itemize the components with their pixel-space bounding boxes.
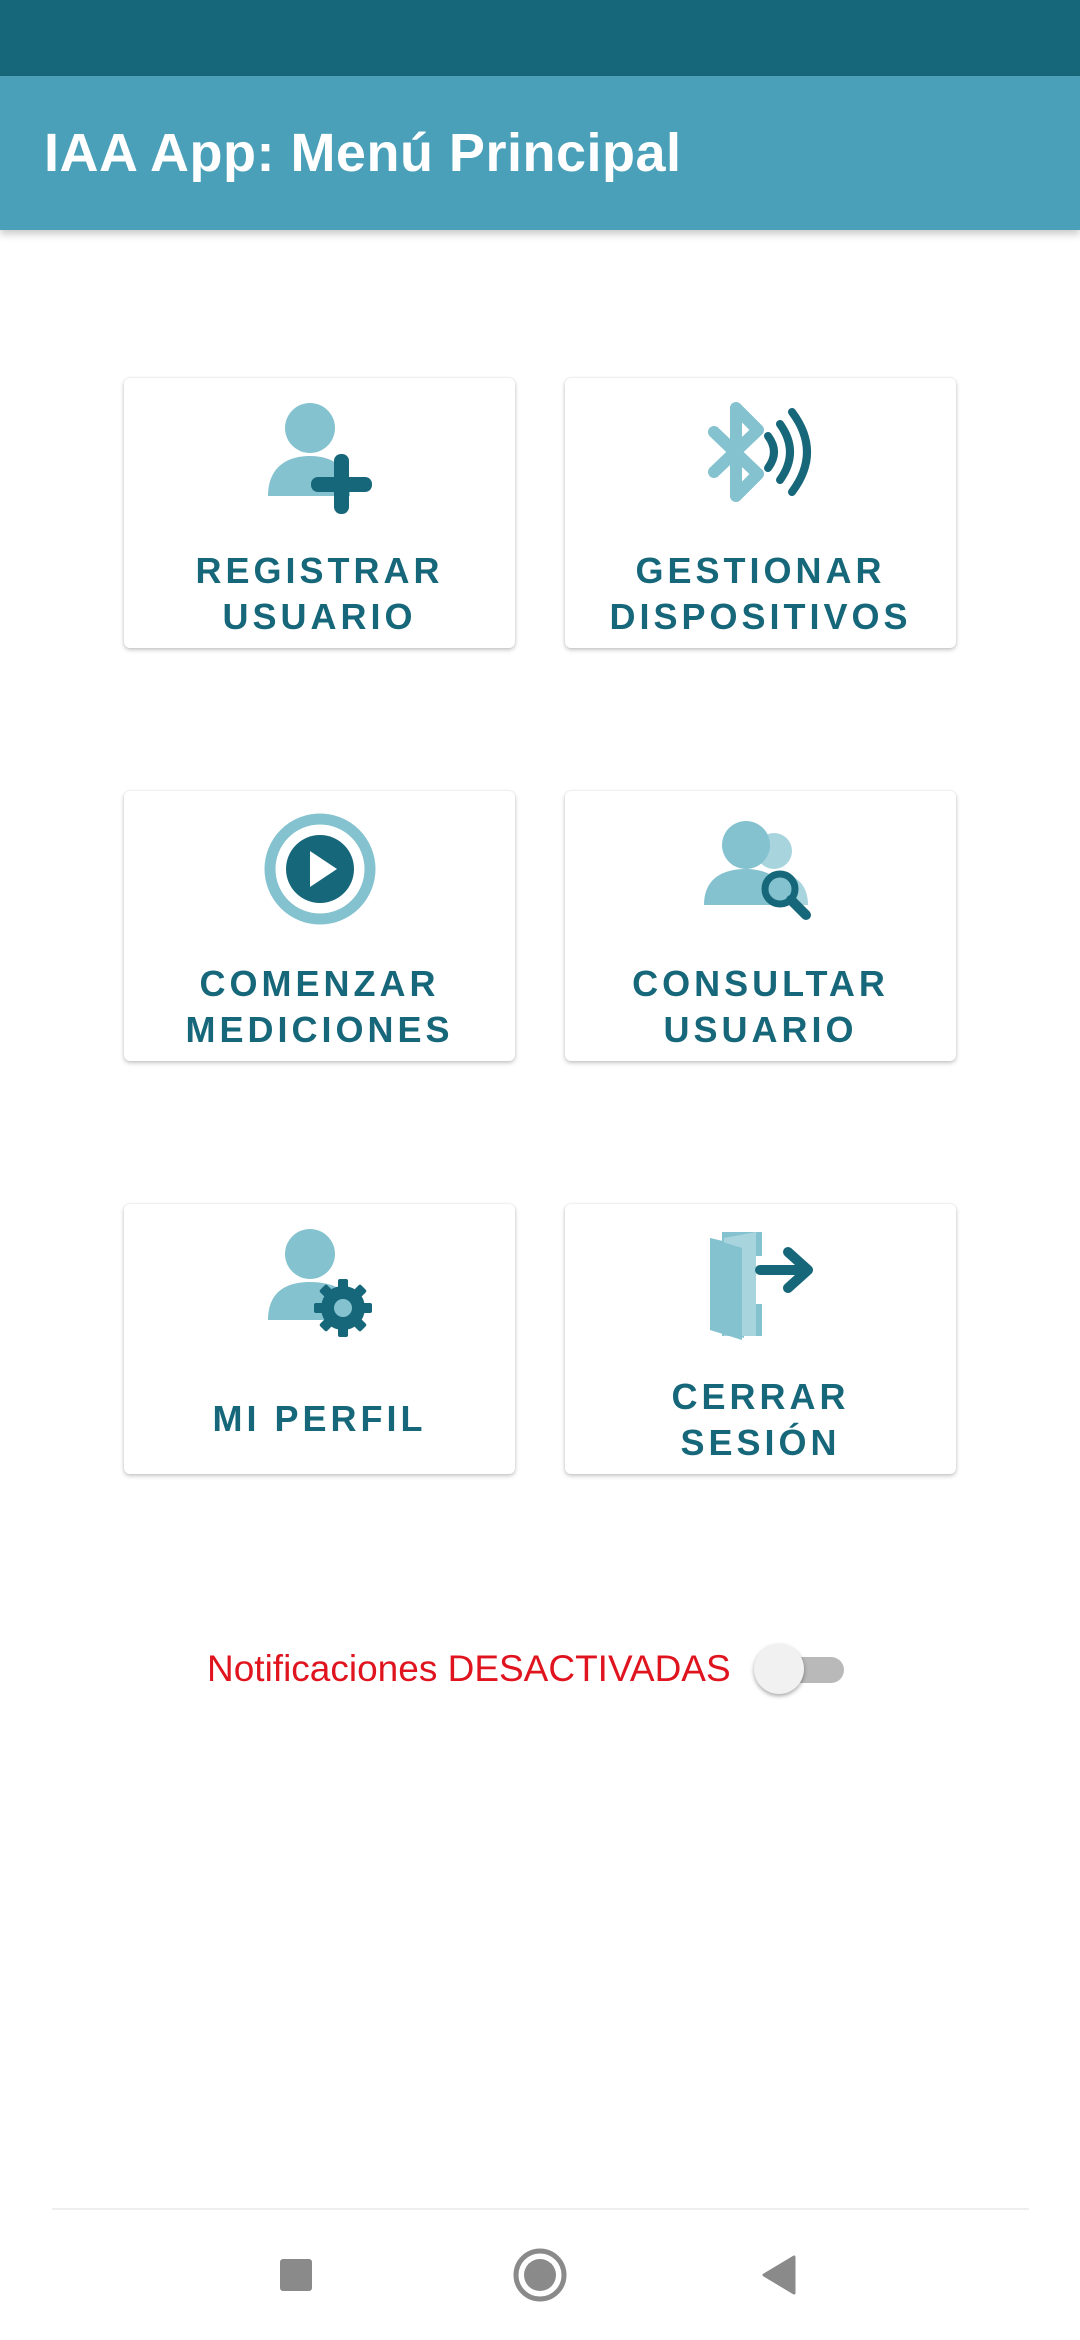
notifications-status-label: Notificaciones DESACTIVADAS [207, 1648, 731, 1689]
my-profile-button[interactable]: MI PERFIL [124, 1204, 515, 1474]
notifications-row: Notificaciones DESACTIVADAS [0, 1636, 1080, 1702]
manage-devices-button[interactable]: GESTIONAR DISPOSITIVOS [565, 378, 956, 648]
start-measurements-button[interactable]: COMENZAR MEDICIONES [124, 791, 515, 1061]
logout-button[interactable]: CERRAR SESIÓN [565, 1204, 956, 1474]
page-title: IAA App: Menú Principal [44, 123, 682, 183]
toggle-thumb [754, 1644, 804, 1694]
tile-label: MI PERFIL [212, 1398, 427, 1439]
tile-label: REGISTRAR USUARIO [195, 550, 444, 637]
status-bar [0, 0, 1080, 76]
tile-label: COMENZAR MEDICIONES [185, 963, 454, 1050]
recents-button[interactable] [236, 2210, 356, 2340]
register-user-button[interactable]: REGISTRAR USUARIO [124, 378, 515, 648]
back-button[interactable] [720, 2210, 840, 2340]
add-user-icon [267, 403, 372, 514]
home-button[interactable] [480, 2210, 600, 2340]
notifications-toggle[interactable] [752, 1644, 844, 1694]
recents-icon [280, 2259, 312, 2291]
system-navigation-bar [0, 2210, 1080, 2340]
home-icon [513, 2248, 567, 2302]
user-search-icon [703, 821, 811, 920]
play-icon [264, 813, 375, 925]
tile-label: GESTIONAR DISPOSITIVOS [609, 550, 912, 637]
user-settings-icon [267, 1229, 372, 1337]
app-bar: IAA App: Menú Principal [0, 76, 1080, 230]
tile-label: CONSULTAR USUARIO [632, 963, 889, 1050]
tile-label: CERRAR SESIÓN [671, 1376, 850, 1463]
back-icon [762, 2255, 796, 2295]
logout-icon [709, 1232, 813, 1340]
bluetooth-signal-icon [707, 402, 811, 502]
consult-user-button[interactable]: CONSULTAR USUARIO [565, 791, 956, 1061]
